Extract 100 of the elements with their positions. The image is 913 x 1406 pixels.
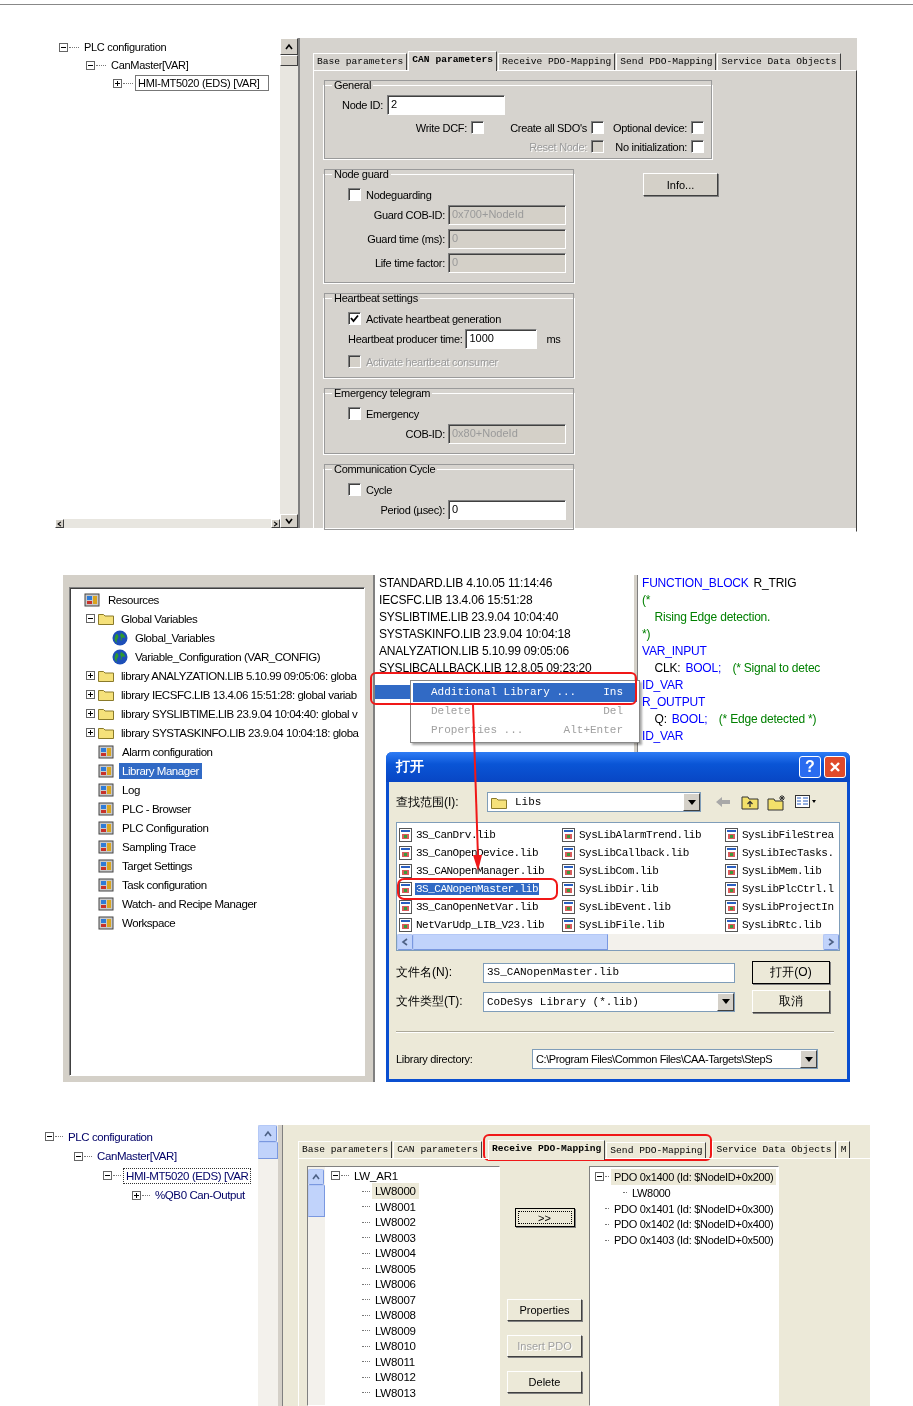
tree-item[interactable]: PDO 0x1403 (Id: $NodeID+0x500): [611, 1232, 777, 1249]
checkbox[interactable]: [348, 188, 361, 201]
library-entry[interactable]: STANDARD.LIB 4.10.05 11:14:46: [379, 575, 634, 592]
tree-item[interactable]: LW8012: [372, 1369, 419, 1386]
tab[interactable]: Base parameters: [298, 1141, 393, 1158]
tree-item[interactable]: LW8013: [372, 1384, 419, 1401]
tree-item[interactable]: CanMaster[VAR]: [108, 57, 192, 73]
collapse-icon[interactable]: [86, 614, 95, 623]
scroll-thumb[interactable]: [308, 1185, 325, 1217]
tab[interactable]: M: [836, 1141, 851, 1158]
tree-item[interactable]: Library Manager: [119, 762, 202, 779]
input-field[interactable]: 0: [448, 500, 566, 520]
up-folder-icon[interactable]: [741, 794, 759, 810]
tab[interactable]: Service Data Objects: [717, 53, 841, 70]
action-button[interactable]: Delete: [507, 1371, 582, 1393]
library-entry[interactable]: SYSTASKINFO.LIB 23.9.04 10:04:18: [379, 626, 634, 643]
expand-icon[interactable]: [113, 78, 122, 88]
tree-item[interactable]: Global Variables: [118, 610, 201, 627]
tree-item[interactable]: LW8009: [372, 1322, 419, 1339]
file-type-dropdown[interactable]: CoDeSys Library (*.lib): [483, 991, 735, 1012]
tree-item[interactable]: library IECSFC.LIB 13.4.06 15:51:28: global variab: [118, 686, 360, 703]
scrollbar[interactable]: [258, 1125, 278, 1406]
action-button[interactable]: Properties: [507, 1299, 582, 1321]
tree-item[interactable]: LW8005: [372, 1260, 419, 1277]
tree-item[interactable]: library ANALYZATION.LIB 5.10.99 09:05:06: globa: [118, 667, 360, 684]
tree-item[interactable]: PDO 0x1402 (Id: $NodeID+0x400): [611, 1216, 777, 1233]
tree-item[interactable]: library SYSTASKINFO.LIB 23.9.04 10:04:18: globa: [118, 724, 362, 741]
tree-item[interactable]: PDO 0x1401 (Id: $NodeID+0x300): [611, 1200, 777, 1217]
tree-item[interactable]: PLC Configuration: [119, 819, 212, 836]
tree-item[interactable]: LW8004: [372, 1245, 419, 1262]
tree-item[interactable]: LW8001: [372, 1198, 419, 1215]
tree-item[interactable]: LW8002: [372, 1214, 419, 1231]
info-button[interactable]: Info...: [643, 173, 718, 196]
checkbox[interactable]: [591, 121, 604, 134]
tree-item[interactable]: LW8010: [372, 1338, 419, 1355]
tab[interactable]: Send PDO-Mapping: [616, 53, 717, 70]
tree-item[interactable]: LW8006: [372, 1276, 419, 1293]
tab[interactable]: Base parameters: [313, 53, 408, 70]
close-button[interactable]: [824, 756, 846, 778]
tab[interactable]: CAN parameters: [408, 51, 497, 71]
tree-item[interactable]: Workspace: [119, 914, 179, 931]
add-button[interactable]: >>: [514, 1208, 575, 1227]
tree-item[interactable]: Target Settings: [119, 857, 195, 874]
tree-item[interactable]: HMI-MT5020 (EDS) [VAR]: [135, 75, 269, 91]
library-entry[interactable]: IECSFC.LIB 13.4.06 15:51:28: [379, 592, 634, 609]
collapse-icon[interactable]: [103, 1171, 112, 1181]
file-item[interactable]: SysLibProjectIn: [741, 901, 835, 913]
file-item[interactable]: SysLibDir.lib: [578, 883, 660, 895]
checkbox[interactable]: [471, 121, 484, 134]
tree-item[interactable]: PLC - Browser: [119, 800, 194, 817]
collapse-icon[interactable]: [59, 42, 68, 52]
tree-item[interactable]: LW8000: [629, 1184, 674, 1201]
tree-item[interactable]: LW8011: [372, 1353, 418, 1370]
scrollbar[interactable]: [308, 1167, 325, 1405]
file-item[interactable]: NetVarUdp_LIB_V23.lib: [415, 919, 546, 931]
tree-item[interactable]: Variable_Configuration (VAR_CONFIG): [132, 648, 324, 665]
checkbox[interactable]: [348, 312, 361, 325]
file-item[interactable]: 3S_CANopenMaster.lib: [415, 883, 540, 895]
expand-icon[interactable]: [86, 728, 95, 737]
tree-item[interactable]: Sampling Trace: [119, 838, 199, 855]
checkbox[interactable]: [691, 140, 704, 153]
file-item[interactable]: SysLibFile.lib: [578, 919, 666, 931]
tree-item[interactable]: HMI-MT5020 (EDS) [VAR: [123, 1167, 252, 1184]
tree-item[interactable]: LW8007: [372, 1291, 419, 1308]
file-item[interactable]: SysLibAlarmTrend.lib: [578, 829, 703, 841]
tree-item[interactable]: LW8000: [372, 1183, 419, 1200]
tree-item[interactable]: CanMaster[VAR]: [94, 1148, 180, 1165]
scroll-thumb[interactable]: [258, 1142, 278, 1159]
file-item[interactable]: SysLibCom.lib: [578, 865, 660, 877]
tab[interactable]: Service Data Objects: [712, 1141, 836, 1158]
tree-item[interactable]: Global_Variables: [132, 629, 218, 646]
tree-item[interactable]: PLC configuration: [81, 39, 170, 55]
file-item[interactable]: SysLibIecTasks.: [741, 847, 835, 859]
file-item[interactable]: SysLibFileStrea: [741, 829, 835, 841]
input-field[interactable]: 2: [387, 95, 505, 115]
file-name-field[interactable]: 3S_CANopenMaster.lib: [483, 962, 735, 983]
tree-item[interactable]: LW8008: [372, 1307, 419, 1324]
tab[interactable]: Receive PDO-Mapping: [497, 53, 616, 70]
cancel-button[interactable]: 取消: [752, 990, 830, 1013]
tree-item[interactable]: Log: [119, 781, 143, 798]
help-button[interactable]: ?: [799, 756, 821, 778]
scrollbar[interactable]: [280, 38, 298, 528]
collapse-icon[interactable]: [45, 1132, 54, 1142]
new-folder-icon[interactable]: [767, 793, 787, 811]
tree-item[interactable]: LW_AR1: [351, 1167, 401, 1184]
library-entry[interactable]: ANALYZATION.LIB 5.10.99 09:05:06: [379, 643, 634, 660]
checkbox[interactable]: [348, 483, 361, 496]
scroll-thumb[interactable]: [413, 934, 608, 950]
file-item[interactable]: SysLibRtc.lib: [741, 919, 823, 931]
checkbox[interactable]: [348, 407, 361, 420]
tree-item[interactable]: Watch- and Recipe Manager: [119, 895, 260, 912]
tree-item[interactable]: library SYSLIBTIME.LIB 23.9.04 10:04:40: global v: [118, 705, 361, 722]
tree-item[interactable]: Alarm configuration: [119, 743, 216, 760]
collapse-icon[interactable]: [595, 1172, 604, 1182]
tree-item[interactable]: Task configuration: [119, 876, 210, 893]
library-entry[interactable]: SYSLIBCALLBACK.LIB 12.8.05 09:23:20: [379, 660, 634, 677]
file-item[interactable]: 3S_CanOpenNetVar.lib: [415, 901, 540, 913]
expand-icon[interactable]: [132, 1190, 141, 1200]
input-field[interactable]: 1000: [465, 329, 538, 349]
expand-icon[interactable]: [86, 709, 95, 718]
